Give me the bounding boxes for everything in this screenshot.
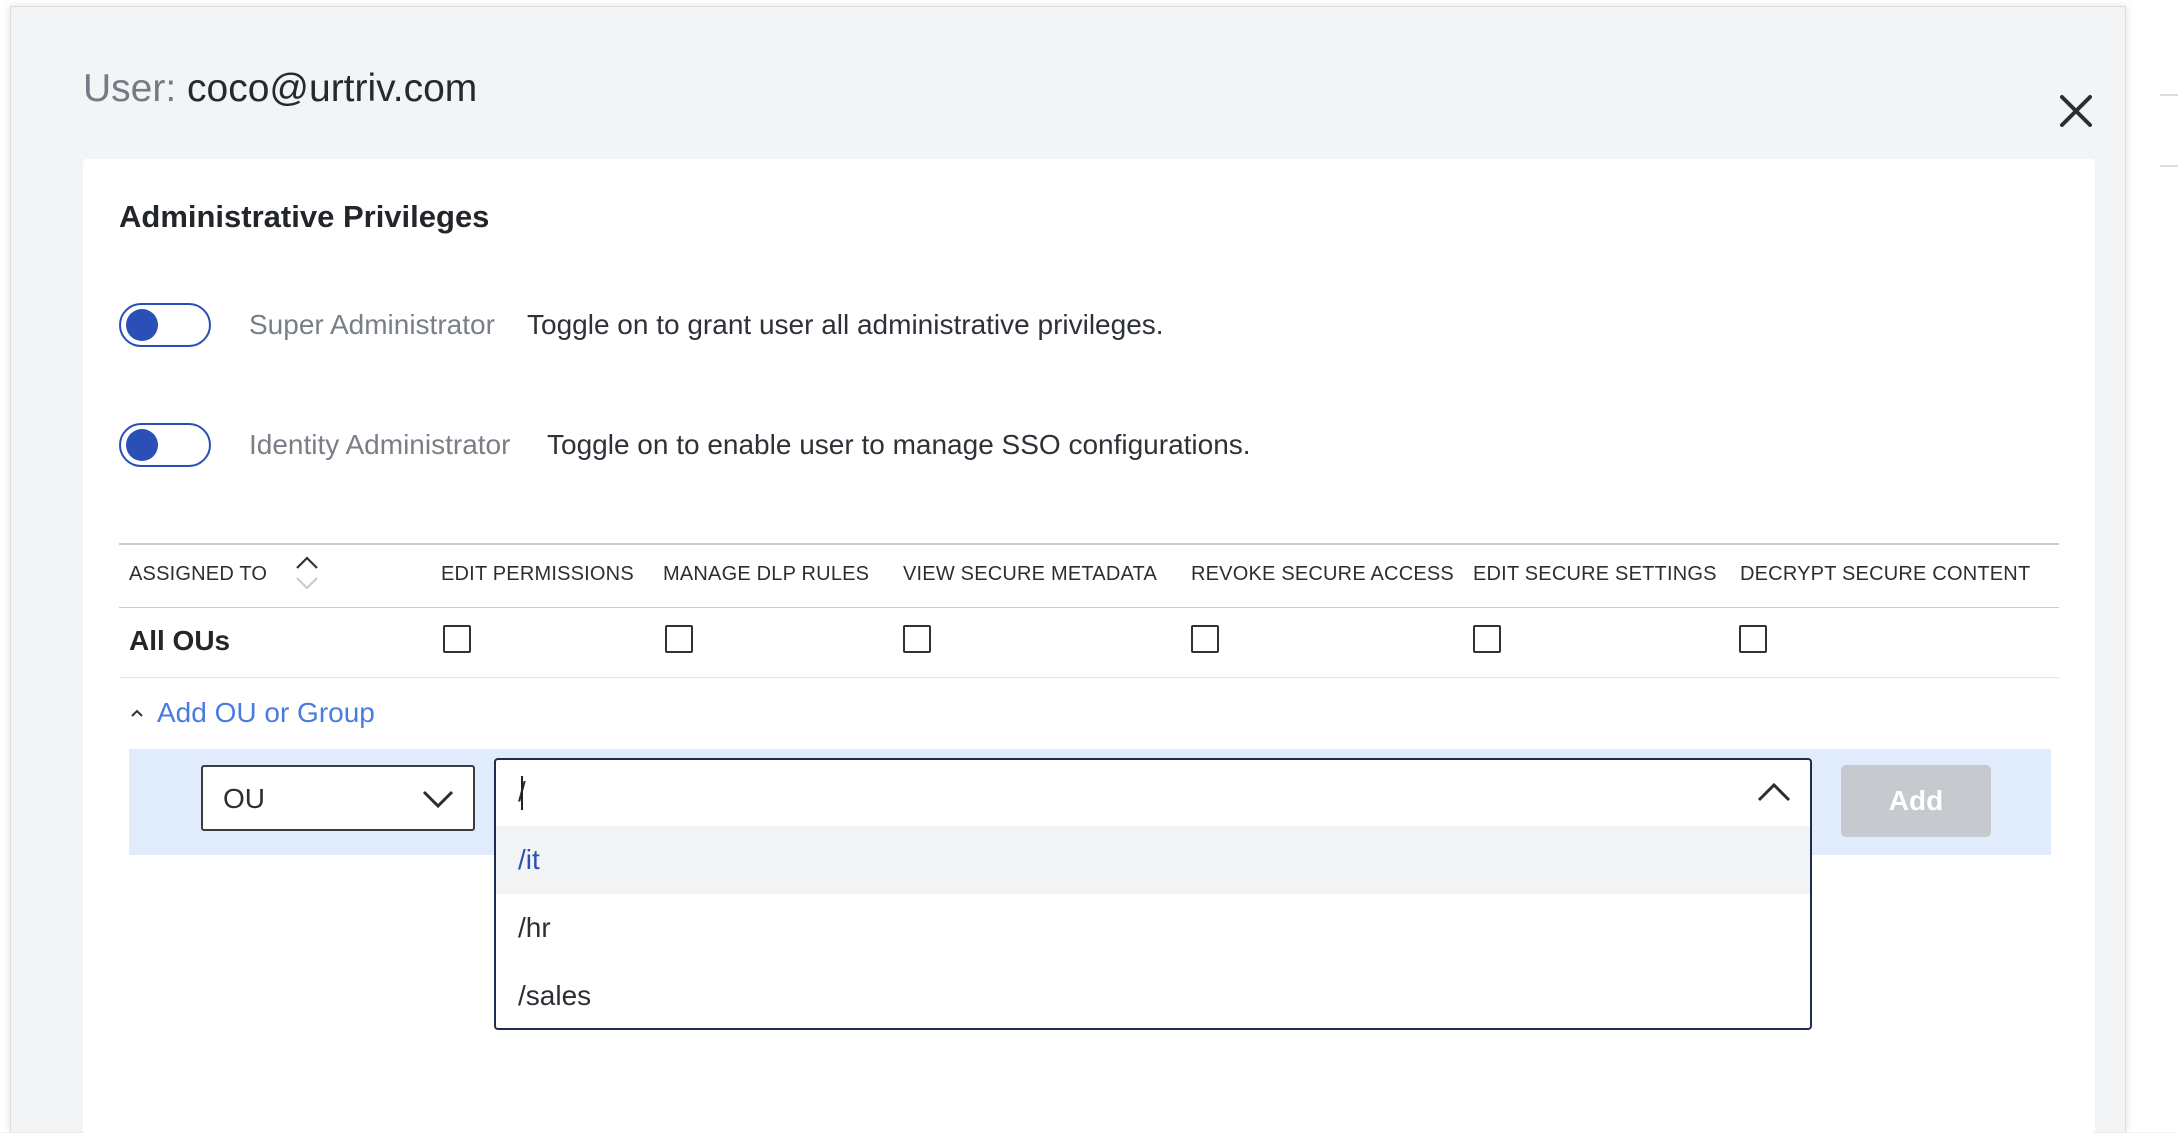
column-header-assigned-to[interactable]: ASSIGNED TO [129,563,267,586]
toggle-knob [126,429,158,461]
super-administrator-label: Super Administrator [249,309,495,340]
chevron-up-icon[interactable] [1756,780,1792,804]
toggle-knob [126,309,158,341]
modal-title-user: coco@urtriv.com [187,67,478,110]
checkbox-decrypt-secure-content[interactable] [1739,625,1767,653]
identity-administrator-description: Toggle on to enable user to manage SSO c… [547,429,1251,460]
background-divider [2160,165,2178,167]
super-administrator-description: Toggle on to grant user all administrati… [527,309,1164,340]
close-button[interactable] [2056,91,2096,131]
column-header-edit-secure-settings: EDIT SECURE SETTINGS [1473,563,1717,585]
type-select-value: OU [223,783,265,814]
chevron-down-icon [422,790,454,809]
checkbox-manage-dlp-rules[interactable] [665,625,693,653]
checkbox-edit-permissions[interactable] [443,625,471,653]
column-header-decrypt-secure-content: DECRYPT SECURE CONTENT [1740,563,2031,585]
column-header-edit-permissions: EDIT PERMISSIONS [441,563,634,585]
identity-administrator-label: Identity Administrator [249,429,511,460]
add-button[interactable]: Add [1841,765,1991,837]
table-row-border [119,677,2059,678]
add-ou-or-group-label: Add OU or Group [157,697,375,728]
dropdown-option[interactable]: /sales [496,962,1810,1030]
section-title: Administrative Privileges [119,199,490,234]
column-header-view-secure-metadata: VIEW SECURE METADATA [903,563,1158,585]
text-cursor [521,776,523,810]
add-ou-or-group-toggle[interactable]: Add OU or Group [129,693,375,733]
modal-title: User: coco@urtriv.com [83,65,477,113]
row-label-all-ous: All OUs [129,625,231,656]
dropdown-option[interactable]: /it [496,826,1810,894]
table-top-border [119,543,2059,545]
column-header-revoke-secure-access: REVOKE SECURE ACCESS [1191,563,1454,585]
sort-icon[interactable] [293,554,321,592]
modal-title-prefix: User: [83,67,177,110]
checkbox-view-secure-metadata[interactable] [903,625,931,653]
close-icon [2060,95,2092,127]
checkbox-edit-secure-settings[interactable] [1473,625,1501,653]
identity-administrator-toggle[interactable] [119,423,211,467]
super-administrator-toggle[interactable] [119,303,211,347]
checkbox-revoke-secure-access[interactable] [1191,625,1219,653]
chevron-up-icon [131,709,143,717]
type-select[interactable]: OU [201,765,475,831]
ou-path-combobox[interactable]: /it /hr /sales [494,758,1812,1030]
ou-path-input[interactable] [496,760,1810,824]
column-header-manage-dlp-rules: MANAGE DLP RULES [663,563,870,585]
table-header-border [119,607,2059,608]
background-divider [2160,94,2178,96]
dropdown-option[interactable]: /hr [496,894,1810,962]
